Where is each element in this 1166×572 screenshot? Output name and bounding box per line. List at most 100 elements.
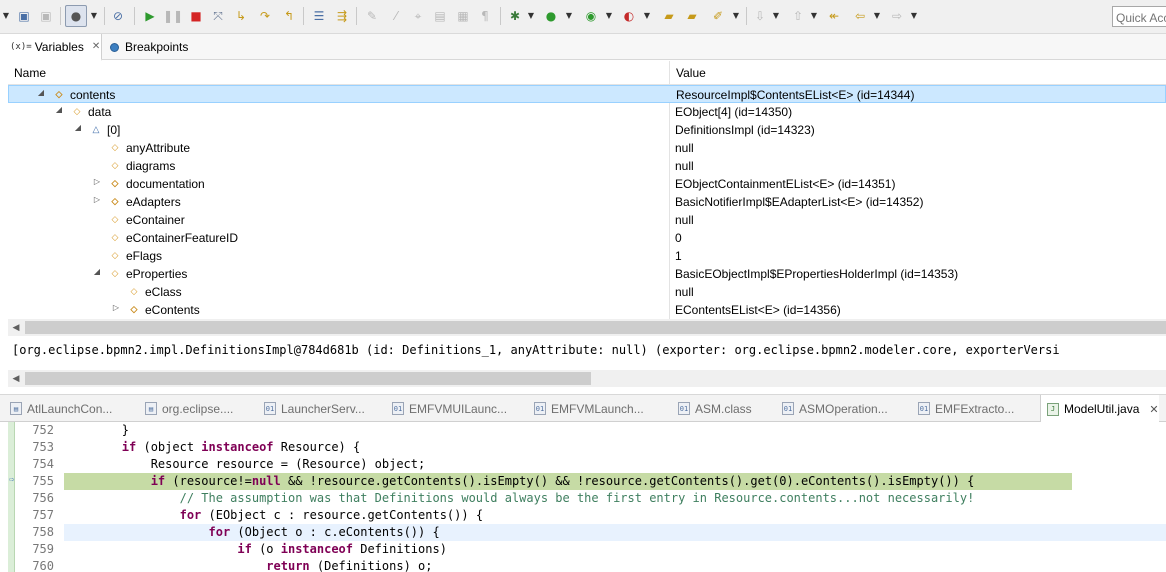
run-dropdown-icon[interactable]: ▼ (565, 8, 573, 24)
collapse-arrow-icon[interactable]: ◢ (92, 267, 102, 276)
expand-arrow-icon[interactable]: ▷ (111, 303, 121, 312)
scroll-left-icon[interactable]: ◀ (8, 319, 24, 336)
close-icon[interactable]: ✕ (92, 41, 100, 52)
back-icon[interactable]: ⇦ (852, 8, 868, 24)
perspective-dropdown-icon[interactable]: ▼ (90, 8, 98, 24)
code-line[interactable]: 752 } (0, 422, 1166, 439)
variable-row[interactable]: ◇ eClass null (8, 283, 1166, 301)
toolbar-dropdown-icon[interactable]: ▼ (2, 8, 10, 24)
next-annotation-icon[interactable]: ⇩ (752, 8, 768, 24)
column-header-value[interactable]: Value (676, 66, 706, 80)
variable-row[interactable]: ◇ eContainerFeatureID 0 (8, 229, 1166, 247)
editor-tab-active[interactable]: J ModelUtil.java ✕ (1040, 395, 1159, 423)
variable-name: diagrams (126, 159, 176, 173)
variable-row[interactable]: ◢ ◇ data EObject[4] (id=14350) (8, 103, 1166, 121)
open-folder-icon[interactable]: ▰ (684, 8, 700, 24)
use-step-filters-icon[interactable]: ⇶ (334, 8, 350, 24)
open-task-dropdown-icon[interactable]: ▼ (732, 8, 740, 24)
variable-row[interactable]: ▷ ◇ documentation EObjectContainmentEList<E… (8, 175, 1166, 193)
editor-tab[interactable]: ▤ org.eclipse.... (145, 395, 233, 422)
editor-tab[interactable]: 01 EMFExtracto... (918, 395, 1014, 422)
new-folder-icon[interactable]: ▰ (661, 8, 677, 24)
pin-icon[interactable]: ⌖ (410, 8, 426, 24)
editor-tab[interactable]: 01 EMFVMUILaunc... (392, 395, 507, 422)
code-editor[interactable]: 752 } 753 if (object instanceof Resource)… (0, 422, 1166, 572)
collapse-arrow-icon[interactable]: ◢ (73, 123, 83, 132)
current-line[interactable]: ⇨ 755 if (resource!=null && !resource.get… (0, 473, 1166, 490)
variable-row[interactable]: ▷ ◇ eContents EContentsEList<E> (id=14356) (8, 301, 1166, 319)
column-header-name[interactable]: Name (14, 66, 46, 80)
editor-tab[interactable]: 01 ASM.class (678, 395, 752, 422)
edit-icon[interactable]: ⁄ (388, 8, 404, 24)
editor-tab[interactable]: 01 LauncherServ... (264, 395, 365, 422)
tab-variables[interactable]: (x)= Variables ✕ (0, 34, 102, 61)
variable-row[interactable]: ▷ ◇ eAdapters BasicNotifierImpl$EAdapterLis… (8, 193, 1166, 211)
coverage-icon[interactable]: ◉ (583, 8, 599, 24)
terminate-icon[interactable]: ■ (188, 8, 204, 24)
tab-breakpoints[interactable]: Breakpoints (110, 34, 188, 60)
code-line[interactable]: 757 for (EObject c : resource.getContent… (0, 507, 1166, 524)
save-icon[interactable]: ▣ (16, 8, 32, 24)
scroll-thumb[interactable] (25, 372, 591, 385)
code-line[interactable]: 756 // The assumption was that Definitio… (0, 490, 1166, 507)
drop-to-frame-icon[interactable]: ☰ (311, 8, 327, 24)
step-into-icon[interactable]: ↳ (233, 8, 249, 24)
debug-icon[interactable]: ✱ (507, 8, 523, 24)
scroll-thumb[interactable] (25, 321, 1166, 334)
prev-annotation-icon[interactable]: ⇧ (790, 8, 806, 24)
show-whitespace-icon[interactable]: ¶ (477, 8, 493, 24)
forward-dropdown-icon[interactable]: ▼ (910, 8, 918, 24)
code-line[interactable]: 760 return (Definitions) o; (0, 558, 1166, 572)
resume-icon[interactable]: ▶ (142, 8, 158, 24)
editor-tab[interactable]: ▤ AtlLaunchCon... (10, 395, 112, 422)
code-line[interactable]: 753 if (object instanceof Resource) { (0, 439, 1166, 456)
external-tools-dropdown-icon[interactable]: ▼ (643, 8, 651, 24)
collapse-arrow-icon[interactable]: ◢ (36, 88, 46, 97)
step-over-icon[interactable]: ↷ (257, 8, 273, 24)
expand-arrow-icon[interactable]: ▷ (92, 195, 102, 204)
forward-icon[interactable]: ⇨ (889, 8, 905, 24)
code-line[interactable]: 754 Resource resource = (Resource) objec… (0, 456, 1166, 473)
perspective-icon[interactable]: ● (65, 5, 87, 27)
variable-row[interactable]: ◢ △ [0] DefinitionsImpl (id=14323) (8, 121, 1166, 139)
tab-label: Breakpoints (125, 40, 189, 54)
save-all-icon[interactable]: ▣ (38, 8, 54, 24)
detail-horizontal-scrollbar[interactable]: ◀ (8, 370, 1166, 387)
quick-access-input[interactable] (1112, 6, 1166, 27)
variable-row[interactable]: ◇ eFlags 1 (8, 247, 1166, 265)
skip-breakpoints-icon[interactable]: ⊘ (110, 8, 126, 24)
prev-annotation-dropdown-icon[interactable]: ▼ (810, 8, 818, 24)
editor-tab[interactable]: 01 ASMOperation... (782, 395, 888, 422)
external-tools-icon[interactable]: ◐ (621, 8, 637, 24)
editor-tab[interactable]: 01 EMFVMLaunch... (534, 395, 644, 422)
open-task-icon[interactable]: ✐ (710, 8, 726, 24)
code-line[interactable]: 758 for (Object o : c.eContents()) { (0, 524, 1166, 541)
code-line[interactable]: 759 if (o instanceof Definitions) (0, 541, 1166, 558)
variables-tree: Name Value ◢ ◇ contents ResourceImpl$Conten… (8, 61, 1166, 319)
disconnect-icon[interactable]: ⤧ (210, 8, 226, 24)
show-source-icon[interactable]: ▤ (432, 8, 448, 24)
back-dropdown-icon[interactable]: ▼ (873, 8, 881, 24)
coverage-dropdown-icon[interactable]: ▼ (605, 8, 613, 24)
variable-row[interactable]: ◇ eContainer null (8, 211, 1166, 229)
tree-horizontal-scrollbar[interactable]: ◀ (8, 319, 1166, 336)
variable-row[interactable]: ◇ anyAttribute null (8, 139, 1166, 157)
variable-row[interactable]: ◇ diagrams null (8, 157, 1166, 175)
last-edit-icon[interactable]: ↞ (826, 8, 842, 24)
run-icon[interactable]: ● (543, 8, 559, 24)
step-return-icon[interactable]: ↰ (281, 8, 297, 24)
expand-arrow-icon[interactable]: ▷ (92, 177, 102, 186)
variable-name: contents (70, 88, 116, 102)
toggle-breakpoint-icon[interactable]: ✎ (364, 8, 380, 24)
close-icon[interactable]: ✕ (1149, 403, 1158, 416)
mark-occurrences-icon[interactable]: ▦ (455, 8, 471, 24)
detail-pane[interactable]: [org.eclipse.bpmn2.impl.DefinitionsImpl@… (8, 338, 1166, 370)
collapse-arrow-icon[interactable]: ◢ (54, 105, 64, 114)
editor-tabs: ▤ AtlLaunchCon... ▤ org.eclipse.... 01 Laun… (0, 394, 1166, 423)
variable-row[interactable]: ◢ ◇ contents ResourceImpl$ContentsEList<E> … (8, 85, 1166, 103)
suspend-icon[interactable]: ❚❚ (163, 8, 183, 24)
variable-row[interactable]: ◢ ◇ eProperties BasicEObjectImpl$EPropertie… (8, 265, 1166, 283)
scroll-left-icon[interactable]: ◀ (8, 370, 24, 387)
debug-dropdown-icon[interactable]: ▼ (527, 8, 535, 24)
next-annotation-dropdown-icon[interactable]: ▼ (772, 8, 780, 24)
